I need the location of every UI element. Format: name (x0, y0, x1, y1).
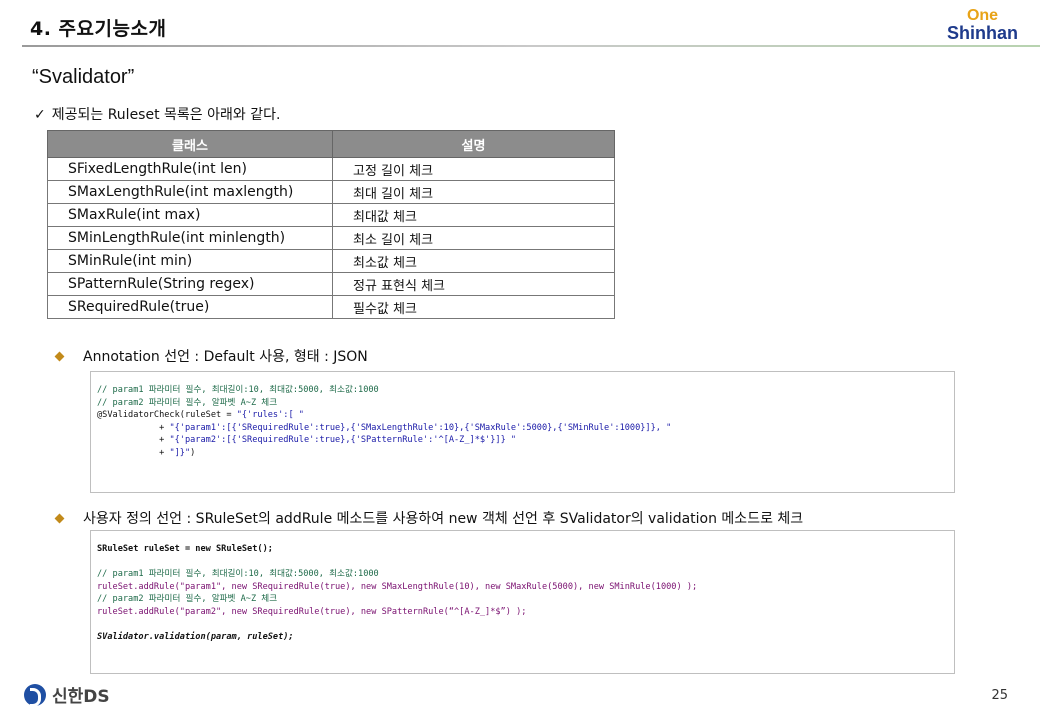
rule-class-cell: SMaxRule(int max) (47, 203, 333, 227)
table-row: SMaxLengthRule(int maxlength) 최대 길이 체크 (47, 180, 615, 204)
code-line: ruleSet.addRule("param1", new SRequiredR… (97, 581, 698, 592)
code-line: SRuleSet ruleSet = new SRuleSet(); (97, 544, 273, 554)
annotation-code-block: // param1 파라미터 필수, 최대길이:10, 최대값:5000, 최소… (90, 371, 955, 493)
checkmark-icon: ✓ (34, 107, 46, 123)
shinhan-logo-icon (24, 683, 46, 707)
checklist-text: 제공되는 Ruleset 목록은 아래와 같다. (51, 107, 281, 123)
rule-class-cell: SPatternRule(String regex) (47, 272, 333, 296)
bullet-custom-text: 사용자 정의 선언 : SRuleSet의 addRule 메소드를 사용하여 … (83, 511, 804, 527)
code-operator: + (97, 422, 170, 433)
rule-class-cell: SRequiredRule(true) (47, 295, 333, 319)
table-header-class: 클래스 (47, 130, 333, 158)
one-shinhan-logo: One Shinhan (947, 7, 1018, 43)
bullet-annotation-text: Annotation 선언 : Default 사용, 형태 : JSON (83, 349, 368, 365)
code-line: ruleSet.addRule("param2", new SRequiredR… (97, 606, 527, 617)
table-header-description: 설명 (332, 130, 615, 158)
table-header-row: 클래스 설명 (47, 130, 615, 158)
rule-class-cell: SFixedLengthRule(int len) (47, 157, 333, 181)
rule-description-cell: 필수값 체크 (332, 295, 615, 319)
custom-code-block: SRuleSet ruleSet = new SRuleSet(); // pa… (90, 530, 955, 674)
logo-text-shinhan: Shinhan (947, 23, 1018, 43)
logo-text-one: One (966, 7, 999, 24)
table-row: SMaxRule(int max) 최대값 체크 (47, 203, 615, 227)
footer-logo-text: 신한DS (52, 687, 110, 707)
rule-description-cell: 고정 길이 체크 (332, 157, 615, 181)
rule-description-cell: 정규 표현식 체크 (332, 272, 615, 296)
table-row: SRequiredRule(true) 필수값 체크 (47, 295, 615, 319)
header-divider (22, 45, 1040, 47)
code-operator: + (97, 447, 170, 458)
code-comment: // param1 파라미터 필수, 최대길이:10, 최대값:5000, 최소… (97, 569, 379, 580)
code-paren: ) (190, 447, 196, 458)
page-title: “Svalidator” (32, 66, 135, 88)
code-annotation: @SValidatorCheck(ruleSet = (97, 410, 237, 421)
rule-description-cell: 최대 길이 체크 (332, 180, 615, 204)
diamond-bullet-icon (54, 351, 65, 361)
rule-class-cell: SMinRule(int min) (47, 249, 333, 273)
checklist-item: ✓ 제공되는 Ruleset 목록은 아래와 같다. (34, 104, 280, 124)
bullet-custom-declaration: 사용자 정의 선언 : SRuleSet의 addRule 메소드를 사용하여 … (54, 508, 804, 528)
code-string: "{'rules':[ " (236, 410, 304, 421)
table-row: SMinLengthRule(int minlength) 최소 길이 체크 (47, 226, 615, 250)
page-number: 25 (991, 688, 1008, 703)
code-string: "{'param1':[{'SRequiredRule':true},{'SMa… (169, 422, 672, 433)
rule-description-cell: 최소값 체크 (332, 249, 615, 273)
section-title: 4. 주요기능소개 (30, 18, 167, 40)
bullet-annotation: Annotation 선언 : Default 사용, 형태 : JSON (54, 346, 368, 366)
code-operator: + (97, 435, 170, 446)
code-comment: // param1 파라미터 필수, 최대길이:10, 최대값:5000, 최소… (97, 385, 379, 395)
code-line: SValidator.validation(param, ruleSet); (97, 632, 294, 643)
rule-description-cell: 최소 길이 체크 (332, 226, 615, 250)
code-comment: // param2 파라미터 필수, 알파벳 A~Z 체크 (97, 397, 278, 408)
shinhan-ds-logo: 신한DS (24, 682, 110, 707)
table-row: SFixedLengthRule(int len) 고정 길이 체크 (47, 157, 615, 181)
diamond-bullet-icon (54, 513, 65, 523)
rule-class-cell: SMaxLengthRule(int maxlength) (47, 180, 333, 204)
table-row: SMinRule(int min) 최소값 체크 (47, 249, 615, 273)
rule-description-cell: 최대값 체크 (332, 203, 615, 227)
code-string: "{'param2':[{'SRequiredRule':true},{'SPa… (169, 435, 517, 446)
table-row: SPatternRule(String regex) 정규 표현식 체크 (47, 272, 615, 296)
code-string: "]}" (169, 447, 191, 458)
ruleset-table: 클래스 설명 SFixedLengthRule(int len) 고정 길이 체크… (47, 130, 615, 319)
code-comment: // param2 파라미터 필수, 알파벳 A~Z 체크 (97, 594, 278, 605)
rule-class-cell: SMinLengthRule(int minlength) (47, 226, 333, 250)
